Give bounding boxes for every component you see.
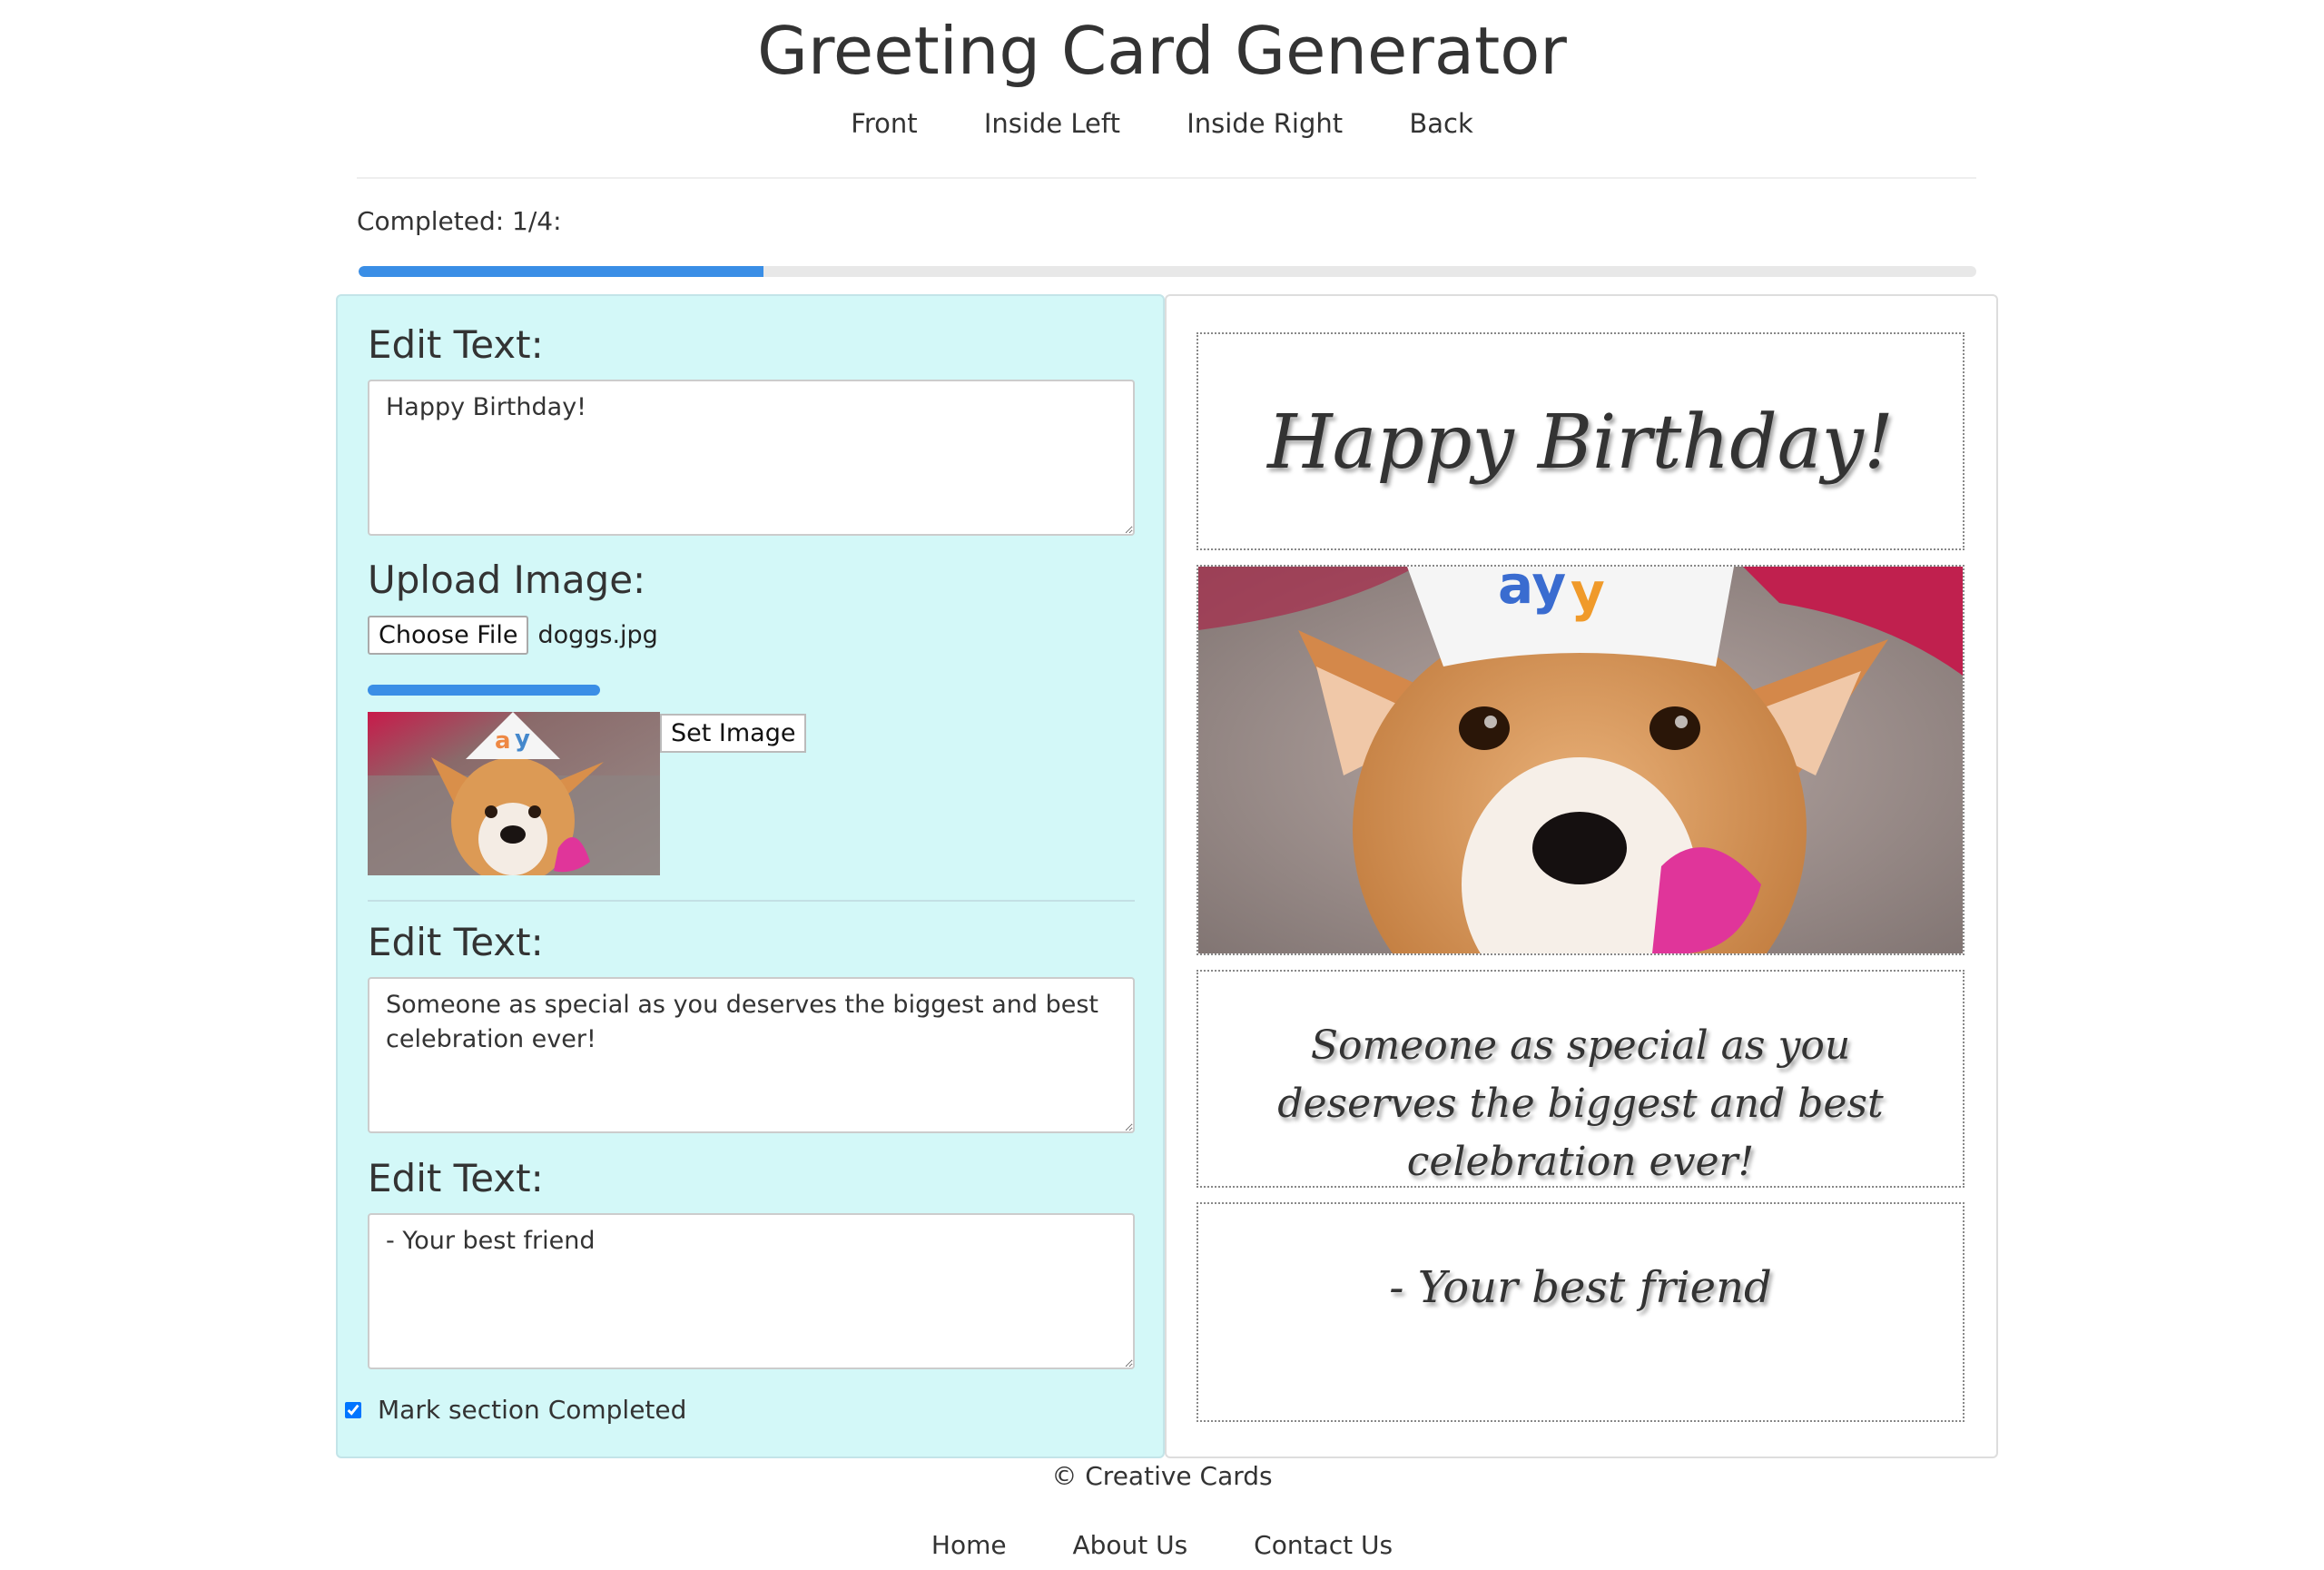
editor-panel: Edit Text: Happy Birthday! Upload Image:… (336, 294, 1165, 1458)
completion-progress-bar (359, 266, 1976, 277)
copyright-text: © Creative Cards (1051, 1461, 1273, 1491)
card-section-tabs: Front Inside Left Inside Right Back (0, 102, 2324, 145)
upload-progress-bar (368, 685, 600, 696)
svg-text:y: y (1571, 567, 1605, 623)
upload-image-heading: Upload Image: (368, 558, 646, 602)
header-divider (357, 177, 1976, 179)
preview-line-1: Happy Birthday! (1267, 400, 1894, 486)
page-title: Greeting Card Generator (757, 13, 1567, 89)
edit-text-heading: Edit Text: (368, 1156, 544, 1200)
tab-inside-left[interactable]: Inside Left (984, 102, 1120, 145)
selected-file-name: doggs.jpg (537, 621, 658, 649)
mark-completed-checkbox[interactable] (345, 1401, 361, 1418)
footer-nav: Home About Us Contact Us (0, 1526, 2324, 1565)
preview-heading-box: Happy Birthday! (1196, 332, 1965, 550)
svg-text:a: a (495, 727, 511, 755)
mark-completed-row[interactable]: Mark section Completed (345, 1395, 686, 1425)
mark-completed-label: Mark section Completed (378, 1395, 687, 1425)
edit-text-heading: Edit Text: (368, 322, 544, 367)
footer-link-contact-us[interactable]: Contact Us (1254, 1526, 1393, 1565)
tab-inside-right[interactable]: Inside Right (1187, 102, 1343, 145)
edit-text-heading: Edit Text: (368, 920, 544, 964)
tab-front[interactable]: Front (851, 102, 917, 145)
svg-text:ay: ay (1498, 567, 1566, 616)
tab-back[interactable]: Back (1409, 102, 1472, 145)
footer-link-about-us[interactable]: About Us (1073, 1526, 1188, 1565)
set-image-button[interactable]: Set Image (660, 714, 807, 753)
preview-line-3: - Your best friend (1389, 1262, 1772, 1313)
choose-file-button[interactable]: Choose File (368, 616, 529, 655)
completion-progress-fill (359, 266, 763, 277)
text-input-1[interactable]: Happy Birthday! (368, 380, 1135, 536)
preview-signature-box: - Your best friend (1196, 1202, 1965, 1422)
preview-message-box: Someone as special as you deserves the b… (1196, 970, 1965, 1188)
preview-line-2: Someone as special as you deserves the b… (1277, 1022, 1884, 1185)
footer-link-home[interactable]: Home (931, 1526, 1007, 1565)
preview-image-box: ay y (1196, 565, 1965, 955)
completed-label: Completed: 1/4: (357, 206, 562, 236)
section-divider (368, 900, 1135, 902)
image-thumbnail: a y (368, 712, 660, 875)
text-input-2[interactable]: Someone as special as you deserves the b… (368, 977, 1135, 1133)
card-preview-panel: Happy Birthday! ay y Someone as special … (1165, 294, 1998, 1458)
svg-text:y: y (515, 726, 530, 753)
text-input-3[interactable]: - Your best friend (368, 1213, 1135, 1369)
preview-dog-image: ay y (1198, 567, 1963, 953)
file-picker: Choose File doggs.jpg (368, 616, 658, 655)
